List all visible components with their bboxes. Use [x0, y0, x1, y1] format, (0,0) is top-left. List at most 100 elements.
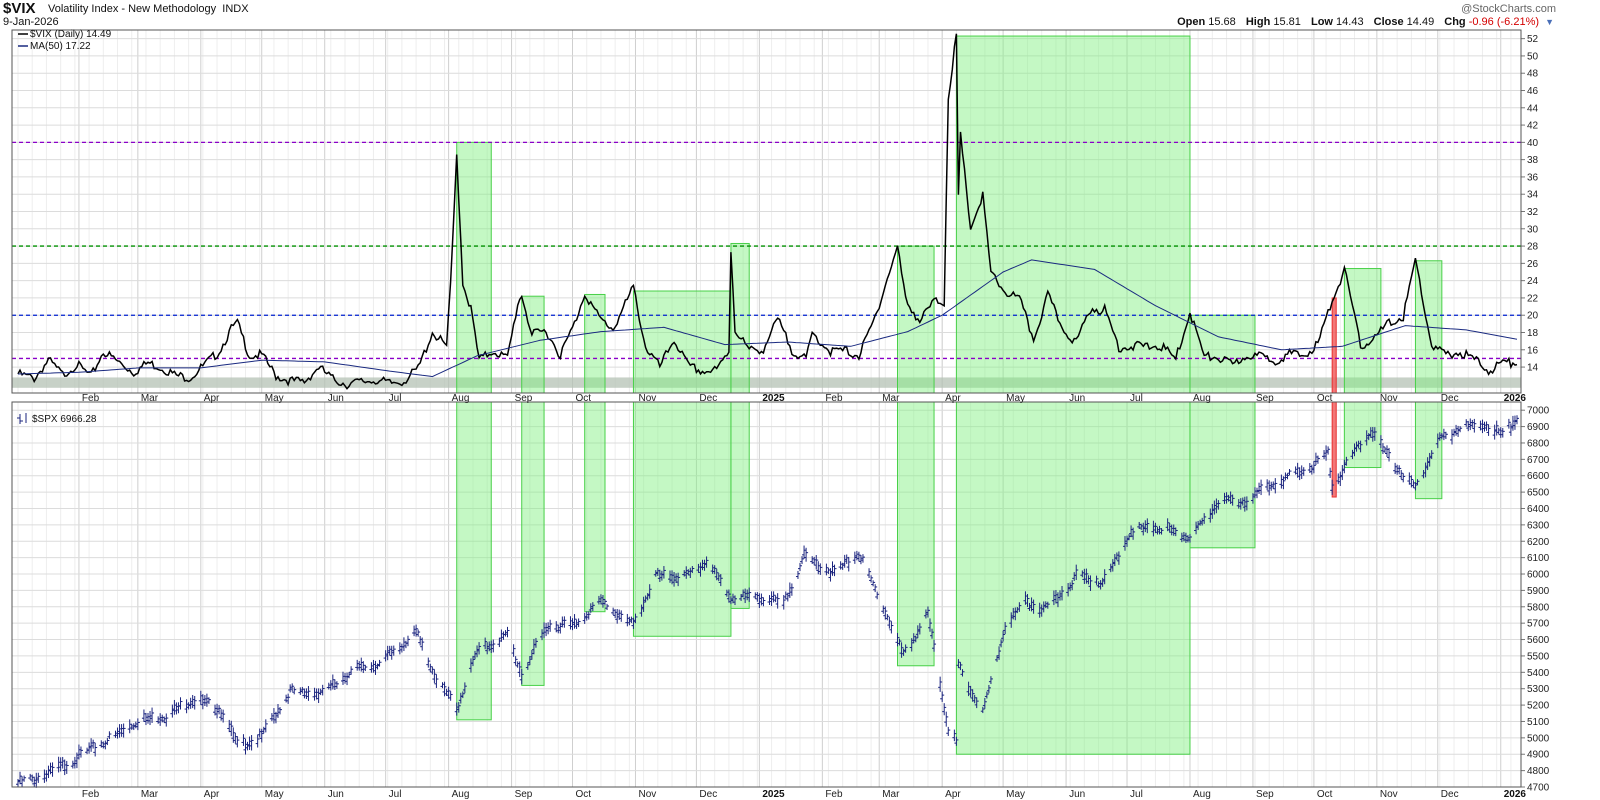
- x-tick-label-top: Mar: [882, 393, 900, 404]
- spx-y-tick-label: 5200: [1527, 701, 1550, 712]
- x-tick-label-bottom: Sep: [515, 789, 533, 800]
- spx-y-tick-label: 7000: [1527, 406, 1550, 417]
- x-tick-label-bottom: Jul: [1130, 789, 1143, 800]
- vix-panel: [12, 30, 1521, 394]
- x-tick-label-bottom: Nov: [1380, 789, 1398, 800]
- x-tick-label-bottom: Sep: [1256, 789, 1274, 800]
- x-tick-label-bottom: Jun: [1069, 789, 1085, 800]
- x-tick-label-bottom: Mar: [882, 789, 900, 800]
- vix-y-tick-label: 42: [1527, 121, 1539, 132]
- x-tick-label-top: Sep: [515, 393, 533, 404]
- vix-y-tick-label: 40: [1527, 138, 1539, 149]
- spx-y-tick-label: 5900: [1527, 586, 1550, 597]
- x-tick-label-top: Oct: [1317, 393, 1333, 404]
- x-tick-label-top: Sep: [1256, 393, 1274, 404]
- x-tick-label-bottom: 2025: [762, 789, 785, 800]
- vix-y-tick-label: 34: [1527, 190, 1539, 201]
- x-tick-label-top: Mar: [141, 393, 159, 404]
- x-tick-label-bottom: Mar: [141, 789, 159, 800]
- vix-y-tick-label: 46: [1527, 86, 1539, 97]
- x-tick-label-bottom: 2026: [1504, 789, 1527, 800]
- x-tick-label-top: Jun: [328, 393, 344, 404]
- spx-y-tick-label: 4800: [1527, 766, 1550, 777]
- x-tick-label-top: Jul: [1130, 393, 1143, 404]
- x-tick-label-top: Nov: [638, 393, 656, 404]
- x-tick-label-bottom: Jun: [328, 789, 344, 800]
- vix-y-tick-label: 52: [1527, 34, 1539, 45]
- vix-y-tick-label: 22: [1527, 293, 1539, 304]
- spx-y-tick-label: 6700: [1527, 455, 1550, 466]
- vix-y-tick-label: 32: [1527, 207, 1539, 218]
- spx-y-tick-label: 6800: [1527, 438, 1550, 449]
- x-tick-label-bottom: Oct: [576, 789, 592, 800]
- x-tick-label-top: Dec: [1441, 393, 1459, 404]
- spx-highlight-box: [1189, 401, 1256, 549]
- spx-highlight-box: [1414, 401, 1443, 500]
- x-tick-label-bottom: Aug: [452, 789, 470, 800]
- spx-y-tick-label: 6100: [1527, 553, 1550, 564]
- vix-y-tick-label: 20: [1527, 311, 1539, 322]
- spx-y-tick-label: 6400: [1527, 504, 1550, 515]
- x-tick-label-bottom: May: [1006, 789, 1025, 800]
- vix-y-tick-label: 18: [1527, 328, 1539, 339]
- spx-highlight-box: [730, 401, 750, 609]
- vix-y-tick-label: 44: [1527, 103, 1539, 114]
- x-tick-label-top: Jul: [389, 393, 402, 404]
- x-tick-label-bottom: Apr: [945, 789, 961, 800]
- vix-y-tick-label: 30: [1527, 224, 1539, 235]
- x-tick-label-top: Dec: [699, 393, 717, 404]
- vix-y-tick-label: 50: [1527, 51, 1539, 62]
- spx-y-tick-label: 6600: [1527, 471, 1550, 482]
- vix-y-tick-label: 16: [1527, 345, 1539, 356]
- spx-y-tick-label: 5700: [1527, 619, 1550, 630]
- spx-y-tick-label: 6500: [1527, 488, 1550, 499]
- spx-highlight-box: [1343, 401, 1382, 469]
- spx-highlight-box: [584, 401, 606, 613]
- x-tick-label-top: Feb: [825, 393, 843, 404]
- spx-highlight-box: [896, 401, 935, 667]
- spx-y-tick-label: 5600: [1527, 635, 1550, 646]
- spx-y-tick-label: 6000: [1527, 570, 1550, 581]
- spx-y-tick-label: 5400: [1527, 668, 1550, 679]
- spx-y-tick-label: 6300: [1527, 520, 1550, 531]
- spx-highlight-box: [456, 401, 492, 721]
- chart-canvas: 14 16 18 20 22 24 26 28 30 32 34 36 38 40 42 44 46 48 50 52…: [11, 29, 1550, 800]
- x-tick-label-bottom: Dec: [699, 789, 717, 800]
- legend-spx: $SPX 6966.28: [32, 414, 97, 425]
- spx-y-tick-label: 5100: [1527, 717, 1550, 728]
- x-tick-label-top: Feb: [82, 393, 100, 404]
- spx-y-tick-label: 4900: [1527, 750, 1550, 761]
- x-tick-label-top: Nov: [1380, 393, 1398, 404]
- x-tick-label-bottom: Nov: [638, 789, 656, 800]
- vix-y-tick-label: 28: [1527, 242, 1539, 253]
- spx-y-tick-label: 5500: [1527, 651, 1550, 662]
- x-tick-label-top: Aug: [452, 393, 470, 404]
- spx-y-tick-label: 6200: [1527, 537, 1550, 548]
- vix-y-tick-label: 36: [1527, 172, 1539, 183]
- x-tick-label-bottom: Apr: [204, 789, 220, 800]
- vix-highlight-box: [1189, 314, 1256, 394]
- x-tick-label-top: Apr: [204, 393, 220, 404]
- vix-highlight-box: [1343, 268, 1382, 394]
- x-tick-label-bottom: Dec: [1441, 789, 1459, 800]
- vix-y-tick-label: 14: [1527, 363, 1539, 374]
- vix-y-tick-label: 24: [1527, 276, 1539, 287]
- spx-y-tick-label: 5800: [1527, 602, 1550, 613]
- x-tick-label-bottom: Oct: [1317, 789, 1333, 800]
- legend-ma: MA(50) 17.22: [30, 41, 91, 52]
- x-tick-label-top: May: [265, 393, 284, 404]
- legend-vix: $VIX (Daily) 14.49: [30, 29, 112, 40]
- x-tick-label-top: 2026: [1504, 393, 1527, 404]
- spx-highlight-box: [1331, 401, 1337, 498]
- x-tick-label-bottom: Feb: [825, 789, 843, 800]
- spx-y-tick-label: 6900: [1527, 422, 1550, 433]
- x-tick-label-top: May: [1006, 393, 1025, 404]
- x-tick-label-bottom: Jul: [389, 789, 402, 800]
- x-tick-label-top: Jun: [1069, 393, 1085, 404]
- x-tick-label-top: Aug: [1193, 393, 1211, 404]
- spx-y-tick-label: 4700: [1527, 783, 1550, 794]
- vix-y-tick-label: 48: [1527, 69, 1539, 80]
- vix-y-tick-label: 38: [1527, 155, 1539, 166]
- spx-y-tick-label: 5300: [1527, 684, 1550, 695]
- x-tick-label-bottom: Aug: [1193, 789, 1211, 800]
